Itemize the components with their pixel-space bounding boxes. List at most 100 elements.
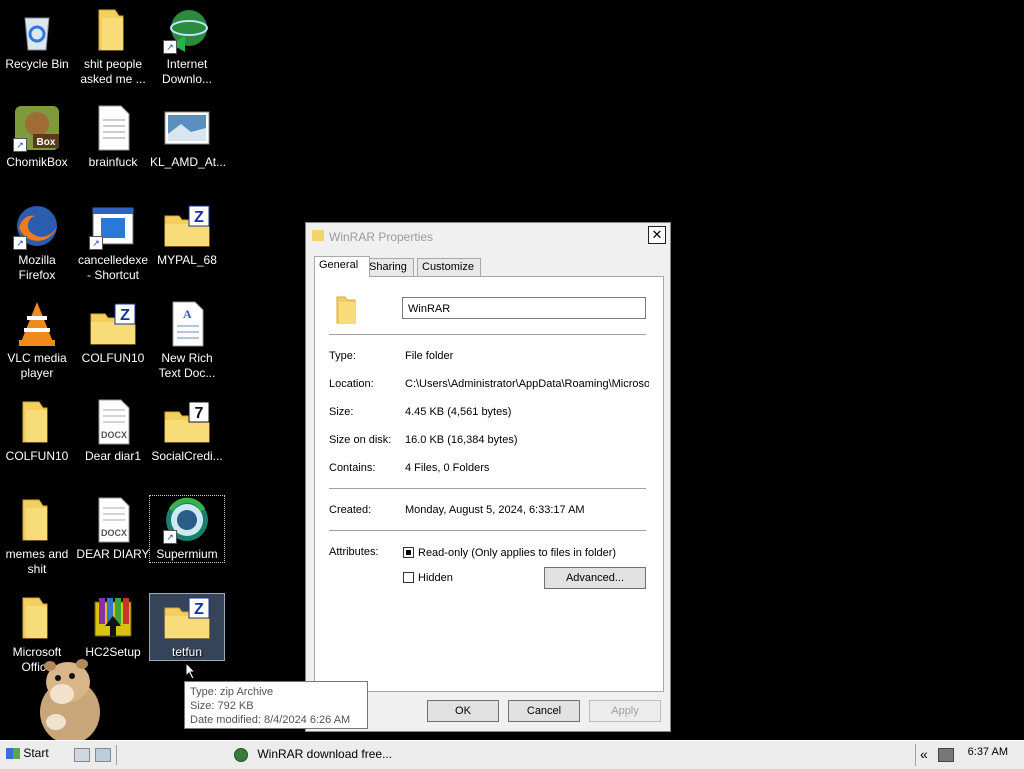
shortcut-arrow-icon: ↗ xyxy=(13,138,27,152)
hidden-checkbox[interactable] xyxy=(403,572,414,583)
tab-general[interactable]: General xyxy=(314,256,370,277)
desktop-icon-shit-people-asked-me[interactable]: shit people asked me ... xyxy=(76,6,150,87)
zipfolder-icon: Z xyxy=(89,300,137,348)
desktop-icon-kl-amd-at[interactable]: KL_AMD_At... xyxy=(150,104,227,170)
desktop-icon-brainfuck[interactable]: brainfuck xyxy=(76,104,150,170)
desktop-icon-label: ChomikBox xyxy=(6,155,68,169)
size-on-disk-value: 16.0 KB (16,384 bytes) xyxy=(405,434,518,446)
desktop-icon-socialcredi[interactable]: 7 SocialCredi... xyxy=(150,398,224,464)
desktop-icon-label: cancelledexe - Shortcut xyxy=(77,253,149,282)
desktop-icon-label: Mozilla Firefox xyxy=(18,253,56,282)
quicklaunch-explorer-icon[interactable] xyxy=(74,748,90,762)
readonly-label[interactable]: Read-only (Only applies to files in fold… xyxy=(418,547,616,559)
dialog-title: WinRAR Properties xyxy=(329,230,434,244)
image-icon xyxy=(163,104,211,152)
desktop-icon-label: shit people asked me ... xyxy=(80,57,146,86)
docx-icon: DOCX xyxy=(89,496,137,544)
svg-text:Z: Z xyxy=(120,307,130,324)
close-button[interactable]: ✕ xyxy=(648,226,666,244)
svg-text:Z: Z xyxy=(194,209,204,226)
location-value[interactable]: C:\Users\Administrator\AppData\Roaming\M… xyxy=(405,378,649,390)
tab-sharing[interactable]: Sharing xyxy=(364,258,414,276)
separator xyxy=(329,530,646,531)
tooltip-size: Size: 792 KB xyxy=(190,700,254,712)
taskbar: Start WinRAR download free... « 6:37 AM xyxy=(0,740,1024,769)
desktop-icon-label: Dear diar1 xyxy=(84,449,142,463)
system-tray: « 6:37 AM xyxy=(915,744,1024,766)
desktop-icon-internet-downlo[interactable]: ↗ Internet Downlo... xyxy=(150,6,224,87)
desktop-icon-memes-and-shit[interactable]: memes and shit xyxy=(0,496,74,577)
network-icon[interactable] xyxy=(938,748,954,762)
folder-icon xyxy=(89,6,137,54)
properties-dialog: WinRAR Properties ✕ General Sharing Cust… xyxy=(305,222,671,732)
clock[interactable]: 6:37 AM xyxy=(968,746,1008,758)
start-button[interactable]: Start xyxy=(6,746,49,760)
svg-text:A: A xyxy=(183,307,192,321)
apply-button[interactable]: Apply xyxy=(589,700,661,722)
desktop-icon-label: New Rich Text Doc... xyxy=(158,351,216,380)
attributes-label: Attributes: xyxy=(329,546,379,558)
created-label: Created: xyxy=(329,504,372,516)
file-tooltip: Type: zip Archive Size: 792 KB Date modi… xyxy=(184,681,368,729)
supermium-icon: ↗ xyxy=(163,496,211,544)
desktop-icon-label: MYPAL_68 xyxy=(157,253,217,267)
desktop-icon-chomikbox[interactable]: Box ↗ ChomikBox xyxy=(0,104,74,170)
desktop-icon-label: Internet Downlo... xyxy=(161,57,213,86)
cancel-button[interactable]: Cancel xyxy=(508,700,580,722)
desktop-icon-supermium[interactable]: ↗ Supermium xyxy=(149,495,225,563)
docx-icon: DOCX xyxy=(89,398,137,446)
desktop-icon-label: COLFUN10 xyxy=(5,449,69,463)
desktop-icon-label: tetfun xyxy=(171,645,203,659)
desktop-icon-vlc-media-player[interactable]: VLC media player xyxy=(0,300,74,381)
folder-icon xyxy=(13,398,61,446)
folder-icon xyxy=(336,296,356,324)
advanced-button[interactable]: Advanced... xyxy=(544,567,646,589)
desktop-icon-tetfun[interactable]: Ztetfun xyxy=(149,593,225,661)
idm-icon: ↗ xyxy=(163,6,211,54)
start-label: Start xyxy=(23,746,49,760)
desktop-icon-dear-diar1[interactable]: DOCX Dear diar1 xyxy=(76,398,150,464)
desktop-icon-label: KL_AMD_At... xyxy=(150,155,227,169)
desktop-icon-label: DEAR DIARY xyxy=(76,547,150,561)
readonly-checkbox[interactable] xyxy=(403,547,414,558)
contains-label: Contains: xyxy=(329,462,376,474)
desktop-icon-label: memes and shit xyxy=(5,547,69,576)
taskbar-window-item[interactable]: WinRAR download free... xyxy=(234,747,392,762)
desktop-icon-label: VLC media player xyxy=(7,351,67,380)
desktop-icon-label: Recycle Bin xyxy=(5,57,69,71)
desktop-icon-mozilla-firefox[interactable]: ↗ Mozilla Firefox xyxy=(0,202,74,283)
shortcut-arrow-icon: ↗ xyxy=(13,236,27,250)
dialog-titlebar[interactable]: WinRAR Properties ✕ xyxy=(306,223,670,249)
desktop-icon-hc2setup[interactable]: HC2Setup xyxy=(76,594,150,660)
shortcut-arrow-icon: ↗ xyxy=(89,236,103,250)
desktop-icon-colfun10[interactable]: COLFUN10 xyxy=(0,398,74,464)
folder-name-field[interactable]: WinRAR xyxy=(402,297,646,319)
type-value: File folder xyxy=(405,350,454,362)
tooltip-date: Date modified: 8/4/2024 6:26 AM xyxy=(190,714,351,726)
quicklaunch-desktop-icon[interactable] xyxy=(95,748,111,762)
svg-text:Box: Box xyxy=(37,137,56,148)
zipfolder-icon: Z xyxy=(163,202,211,250)
svg-text:DOCX: DOCX xyxy=(101,430,127,440)
desktop-icon-mypal-68[interactable]: Z MYPAL_68 xyxy=(150,202,224,268)
windows-logo-icon xyxy=(6,748,20,760)
desktop-icon-recycle-bin[interactable]: Recycle Bin xyxy=(0,6,74,72)
tray-expand-chevron[interactable]: « xyxy=(920,746,928,762)
ok-button[interactable]: OK xyxy=(427,700,499,722)
firefox-icon: ↗ xyxy=(13,202,61,250)
hidden-label[interactable]: Hidden xyxy=(418,572,453,584)
text-icon xyxy=(89,104,137,152)
svg-text:7: 7 xyxy=(195,405,204,422)
svg-text:Z: Z xyxy=(194,601,204,618)
tab-customize[interactable]: Customize xyxy=(417,258,481,276)
zipfolder-icon: Z xyxy=(163,594,211,642)
rtf-icon: A xyxy=(163,300,211,348)
taskbar-item-label: WinRAR download free... xyxy=(257,747,393,761)
created-value: Monday, August 5, 2024, 6:33:17 AM xyxy=(405,504,585,516)
desktop-icon-dear-diary[interactable]: DOCX DEAR DIARY xyxy=(76,496,150,562)
desktop-icon-new-rich-text-doc[interactable]: A New Rich Text Doc... xyxy=(150,300,224,381)
location-label: Location: xyxy=(329,378,374,390)
separator xyxy=(329,334,646,335)
desktop-icon-cancelledexe-shortcut[interactable]: ↗ cancelledexe - Shortcut xyxy=(76,202,150,283)
desktop-icon-colfun10[interactable]: Z COLFUN10 xyxy=(76,300,150,366)
